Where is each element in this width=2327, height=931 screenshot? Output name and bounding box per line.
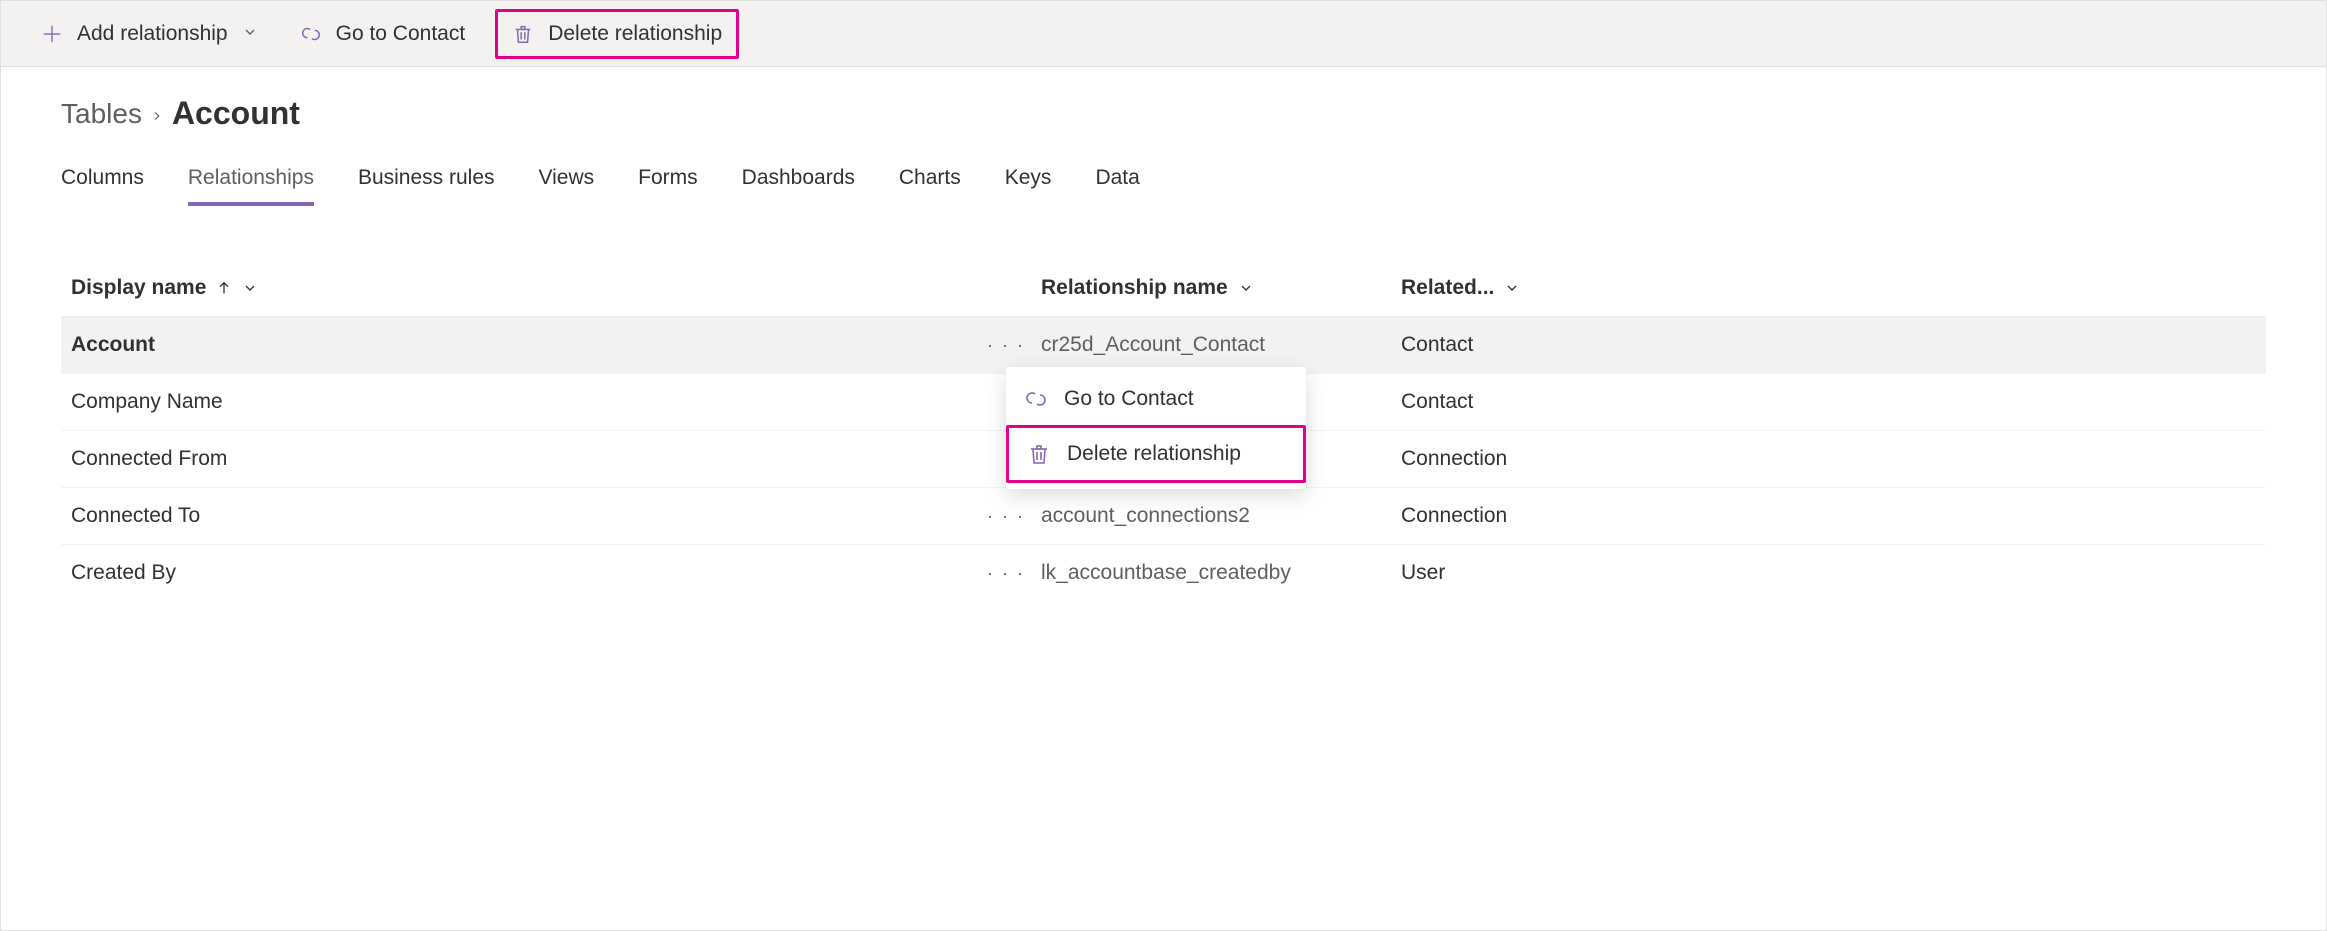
menu-delete-relationship-label: Delete relationship (1067, 442, 1241, 466)
link-icon (300, 23, 322, 45)
chevron-right-icon (150, 98, 164, 130)
add-relationship-label: Add relationship (77, 22, 228, 46)
tab-charts[interactable]: Charts (899, 160, 961, 206)
cell-related: Contact (1401, 390, 2256, 414)
breadcrumb-root[interactable]: Tables (61, 98, 142, 130)
link-icon (1024, 387, 1048, 411)
breadcrumb-current: Account (172, 95, 300, 132)
breadcrumb: Tables Account (61, 95, 2266, 132)
tab-business-rules[interactable]: Business rules (358, 160, 495, 206)
cell-display-name: Company Name (71, 390, 971, 414)
column-header-relationship-name[interactable]: Relationship name (1041, 276, 1401, 300)
go-to-contact-label: Go to Contact (336, 22, 466, 46)
sort-ascending-icon (216, 279, 232, 297)
cell-related: Contact (1401, 333, 2256, 357)
tab-columns[interactable]: Columns (61, 160, 144, 206)
go-to-contact-button[interactable]: Go to Contact (288, 16, 478, 52)
row-more-actions[interactable]: · · · (971, 563, 1041, 584)
cell-display-name: Connected To (71, 504, 971, 528)
trash-icon (512, 23, 534, 45)
row-more-actions[interactable]: · · · (971, 506, 1041, 527)
trash-icon (1027, 442, 1051, 466)
chevron-down-icon (242, 22, 258, 46)
cell-display-name: Account (71, 333, 971, 357)
table-row[interactable]: Account · · · cr25d_Account_Contact Cont… (61, 317, 2266, 374)
command-bar: Add relationship Go to Contact Delete re… (1, 1, 2326, 67)
tab-forms[interactable]: Forms (638, 160, 698, 206)
cell-related: Connection (1401, 447, 2256, 471)
table-row[interactable]: Created By · · · lk_accountbase_createdb… (61, 545, 2266, 601)
table-row[interactable]: Connected To · · · account_connections2 … (61, 488, 2266, 545)
cell-related: User (1401, 561, 2256, 585)
cell-display-name: Created By (71, 561, 971, 585)
menu-delete-relationship[interactable]: Delete relationship (1006, 425, 1306, 483)
cell-display-name: Connected From (71, 447, 971, 471)
chevron-down-icon (1238, 280, 1254, 296)
column-header-display-name[interactable]: Display name (71, 276, 1041, 300)
cell-relationship-name: account_connections2 (1041, 504, 1401, 528)
context-menu: Go to Contact Delete relationship (1006, 367, 1306, 489)
row-more-actions[interactable]: · · · (971, 335, 1041, 356)
delete-relationship-label: Delete relationship (548, 22, 722, 46)
chevron-down-icon (1504, 280, 1520, 296)
tab-relationships[interactable]: Relationships (188, 160, 314, 206)
menu-go-to-contact[interactable]: Go to Contact (1006, 373, 1306, 425)
column-header-related[interactable]: Related... (1401, 276, 2256, 300)
tab-views[interactable]: Views (539, 160, 595, 206)
table-body: Account · · · cr25d_Account_Contact Cont… (61, 317, 2266, 601)
tab-bar: Columns Relationships Business rules Vie… (61, 160, 2266, 206)
tab-data[interactable]: Data (1095, 160, 1139, 206)
chevron-down-icon (242, 280, 258, 296)
tab-dashboards[interactable]: Dashboards (742, 160, 855, 206)
column-header-related-label: Related... (1401, 276, 1494, 300)
plus-icon (41, 23, 63, 45)
column-header-display-name-label: Display name (71, 276, 206, 300)
cell-relationship-name: cr25d_Account_Contact (1041, 333, 1401, 357)
menu-go-to-contact-label: Go to Contact (1064, 387, 1194, 411)
delete-relationship-button[interactable]: Delete relationship (495, 9, 739, 59)
table-header: Display name Relationship name Related..… (61, 276, 2266, 317)
column-header-relationship-name-label: Relationship name (1041, 276, 1228, 300)
add-relationship-button[interactable]: Add relationship (29, 16, 270, 52)
cell-relationship-name: lk_accountbase_createdby (1041, 561, 1401, 585)
cell-related: Connection (1401, 504, 2256, 528)
tab-keys[interactable]: Keys (1005, 160, 1052, 206)
